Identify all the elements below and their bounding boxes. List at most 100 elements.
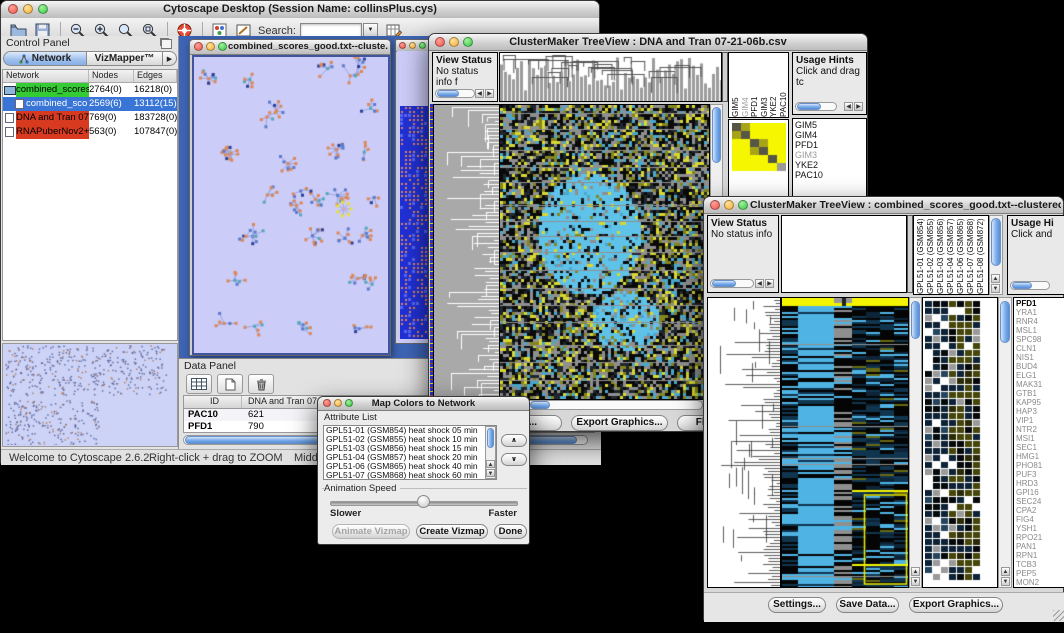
move-up-button[interactable]: ∧: [501, 434, 527, 447]
scroll-left-icon[interactable]: ◀: [755, 279, 764, 288]
vscrollbar-thumb[interactable]: [991, 218, 1001, 266]
tv1-hscrollbar[interactable]: [503, 400, 703, 410]
scroll-down-icon[interactable]: ▼: [1001, 577, 1010, 586]
gene-label[interactable]: PAC10: [795, 170, 864, 180]
dialog-titlebar[interactable]: Map Colors to Network: [318, 397, 529, 411]
zoom-window-icon[interactable]: [218, 42, 227, 51]
gene-label[interactable]: KAP95: [1016, 398, 1064, 407]
scroll-up-icon[interactable]: ▲: [486, 460, 495, 468]
close-icon[interactable]: [399, 42, 406, 49]
gene-label[interactable]: GIM4: [795, 130, 864, 140]
tv2-heatmap-vscrollbar[interactable]: ▲ ▼: [909, 297, 922, 588]
gene-label[interactable]: RNR4: [1016, 317, 1064, 326]
gene-label[interactable]: YKE2: [795, 160, 864, 170]
speed-slider-thumb[interactable]: [417, 495, 430, 508]
scroll-down-icon[interactable]: ▼: [911, 577, 920, 586]
minimize-icon[interactable]: [409, 42, 416, 49]
tv2-labels-vscrollbar[interactable]: ▲ ▼: [989, 215, 1003, 295]
minimize-icon[interactable]: [206, 42, 215, 51]
gene-label[interactable]: SPC98: [1016, 335, 1064, 344]
gene-label[interactable]: RPO21: [1016, 533, 1064, 542]
scroll-right-icon[interactable]: ▶: [485, 89, 494, 98]
column-label[interactable]: PAC10: [779, 53, 789, 117]
network-list-row[interactable]: RNAPuberNov2+! 563(0) 107847(0): [3, 125, 177, 139]
scroll-right-icon[interactable]: ▶: [854, 102, 863, 111]
new-attribute-icon[interactable]: [217, 374, 243, 394]
scroll-down-icon[interactable]: ▼: [991, 284, 1000, 293]
tv1-column-dendrogram-canvas[interactable]: [500, 53, 721, 101]
resize-grip[interactable]: [1053, 610, 1064, 621]
column-network[interactable]: Network: [3, 70, 89, 82]
gene-label[interactable]: PHO81: [1016, 461, 1064, 470]
create-vizmap-button[interactable]: Create Vizmap: [416, 524, 488, 539]
gene-label[interactable]: PFD1: [1016, 299, 1064, 308]
gene-label[interactable]: NIS1: [1016, 353, 1064, 362]
scroll-up-icon[interactable]: ▲: [1001, 567, 1010, 576]
gene-label[interactable]: BUD4: [1016, 362, 1064, 371]
gene-label[interactable]: SEC1: [1016, 443, 1064, 452]
gene-label[interactable]: MSL1: [1016, 326, 1064, 335]
zoom-window-icon[interactable]: [419, 42, 426, 49]
network-overview-canvas[interactable]: [5, 345, 175, 445]
hscrollbar-thumb[interactable]: [530, 401, 550, 409]
tv1-status-scrollbar[interactable]: [435, 89, 475, 98]
network-list-row[interactable]: DNA and Tran 07 769(0) 183728(0): [3, 111, 177, 125]
vscrollbar-thumb[interactable]: [487, 428, 494, 448]
tv2-usage-scrollbar[interactable]: [1010, 281, 1050, 290]
vscrollbar-thumb[interactable]: [911, 301, 920, 339]
column-label[interactable]: GIM5: [731, 53, 741, 117]
tv2-zoom-vscrollbar[interactable]: ▲ ▼: [998, 297, 1012, 588]
column-nodes[interactable]: Nodes: [89, 70, 134, 82]
tv2-column-dendrogram[interactable]: [781, 215, 907, 293]
save-data-button[interactable]: Save Data...: [836, 597, 899, 613]
scroll-left-icon[interactable]: ◀: [844, 102, 853, 111]
done-button[interactable]: Done: [494, 524, 527, 539]
float-panel-icon[interactable]: [161, 39, 172, 49]
attribute-item[interactable]: GPL51-07 (GSM868) heat shock 60 min: [324, 471, 496, 480]
scroll-right-icon[interactable]: ▶: [765, 279, 774, 288]
gene-label[interactable]: GPI16: [1016, 488, 1064, 497]
network-list-row[interactable]: combined_sco 2569(6) 13112(15): [3, 97, 177, 111]
tab-overflow-button[interactable]: ▶: [163, 51, 177, 66]
column-label[interactable]: GPL51-07 (GSM868): [966, 216, 976, 294]
scrollbar-thumb[interactable]: [1012, 282, 1032, 289]
tv1-correlation-matrix-canvas[interactable]: [732, 123, 786, 173]
gene-label[interactable]: PFD1: [795, 140, 864, 150]
scroll-down-icon[interactable]: ▼: [486, 469, 495, 477]
column-label[interactable]: YKE2: [769, 53, 779, 117]
vscrollbar-thumb[interactable]: [1000, 301, 1010, 343]
column-label[interactable]: GPL51-03 (GSM856): [936, 216, 946, 294]
tv1-heatmap-canvas[interactable]: [500, 105, 709, 399]
treeview1-titlebar[interactable]: ClusterMaker TreeView : DNA and Tran 07-…: [429, 34, 867, 51]
network-view-titlebar[interactable]: combined_scores_good.txt--cluste...: [190, 40, 390, 55]
gene-label[interactable]: PUF3: [1016, 470, 1064, 479]
column-edges[interactable]: Edges: [134, 70, 177, 82]
column-label[interactable]: GPL51-01 (GSM854): [916, 216, 926, 294]
scrollbar-thumb[interactable]: [797, 103, 821, 110]
tab-network[interactable]: Network: [3, 51, 87, 66]
scroll-up-icon[interactable]: ▲: [911, 567, 920, 576]
close-icon[interactable]: [710, 200, 720, 210]
gene-label[interactable]: CLN1: [1016, 344, 1064, 353]
export-graphics-button[interactable]: Export Graphics...: [909, 597, 1003, 613]
gene-label[interactable]: MSI1: [1016, 434, 1064, 443]
tv1-row-dendrogram-canvas[interactable]: [434, 105, 499, 399]
attribute-list-vscrollbar[interactable]: ▲ ▼: [485, 426, 496, 479]
treeview2-titlebar[interactable]: ClusterMaker TreeView : combined_scores_…: [704, 197, 1063, 214]
gene-label[interactable]: CPA2: [1016, 506, 1064, 515]
main-window-titlebar[interactable]: Cytoscape Desktop (Session Name: collins…: [1, 1, 599, 19]
gene-label[interactable]: MAK31: [1016, 380, 1064, 389]
move-down-button[interactable]: ∨: [501, 453, 527, 466]
column-id[interactable]: ID: [184, 396, 242, 408]
tv2-zoom-heatmap-canvas[interactable]: [925, 300, 981, 583]
attribute-select-icon[interactable]: [186, 374, 212, 394]
column-label[interactable]: GPL51-02 (GSM855): [926, 216, 936, 294]
gene-label[interactable]: RPN1: [1016, 551, 1064, 560]
column-label[interactable]: PFD1: [750, 53, 760, 117]
gene-label[interactable]: GTB1: [1016, 389, 1064, 398]
gene-label[interactable]: SEC24: [1016, 497, 1064, 506]
gene-label[interactable]: VIP1: [1016, 416, 1064, 425]
export-graphics-button[interactable]: Export Graphics...: [571, 415, 668, 431]
vscrollbar-thumb[interactable]: [712, 107, 721, 163]
column-label[interactable]: GIM3: [760, 53, 770, 117]
